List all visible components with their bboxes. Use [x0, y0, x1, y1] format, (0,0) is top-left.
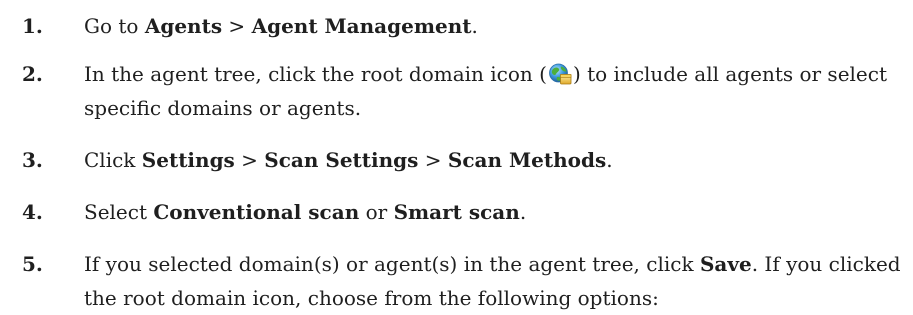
ui-term-conventional-scan: Conventional scan [153, 200, 360, 224]
ui-term-scan-settings: Scan Settings [264, 148, 419, 172]
text-run: In the agent tree, click the root domain… [84, 62, 547, 86]
procedure-steps: 1. Go to Agents > Agent Management. 2. I… [22, 0, 910, 315]
text-run: Go to [84, 14, 145, 38]
text-run: . [519, 200, 527, 224]
text-run: Click [84, 148, 142, 172]
step-5: 5. If you selected domain(s) or agent(s)… [22, 247, 910, 315]
ui-term-save: Save [699, 252, 752, 276]
step-number: 5. [22, 252, 43, 276]
step-1: 1. Go to Agents > Agent Management. [22, 9, 910, 43]
text-run: If you selected domain(s) or agent(s) in… [84, 252, 700, 276]
ui-term-scan-methods: Scan Methods [447, 148, 607, 172]
ui-term-settings: Settings [141, 148, 235, 172]
text-run: . [606, 148, 613, 172]
step-2: 2. In the agent tree, click the root dom… [22, 57, 910, 125]
text-run: Select [84, 200, 154, 224]
step-text: Go to Agents > Agent Management. [84, 14, 478, 38]
text-run: > [234, 148, 265, 172]
step-number: 2. [22, 62, 43, 86]
text-run: > [418, 148, 448, 172]
step-text: In the agent tree, click the root domain… [84, 62, 887, 120]
step-4: 4. Select Conventional scan or Smart sca… [22, 195, 910, 229]
step-number: 1. [22, 14, 43, 38]
step-number: 3. [22, 148, 43, 172]
ui-term-agent-management: Agent Management [251, 14, 472, 38]
root-domain-icon [548, 61, 572, 85]
step-text: Click Settings > Scan Settings > Scan Me… [84, 148, 613, 172]
text-run: > [222, 14, 252, 38]
step-text: If you selected domain(s) or agent(s) in… [84, 252, 901, 310]
ui-term-agents: Agents [144, 14, 223, 38]
step-number: 4. [22, 200, 43, 224]
step-text: Select Conventional scan or Smart scan. [84, 200, 526, 224]
text-run: . [471, 14, 478, 38]
step-3: 3. Click Settings > Scan Settings > Scan… [22, 143, 910, 177]
text-run: or [359, 200, 394, 224]
ui-term-smart-scan: Smart scan [393, 200, 520, 224]
